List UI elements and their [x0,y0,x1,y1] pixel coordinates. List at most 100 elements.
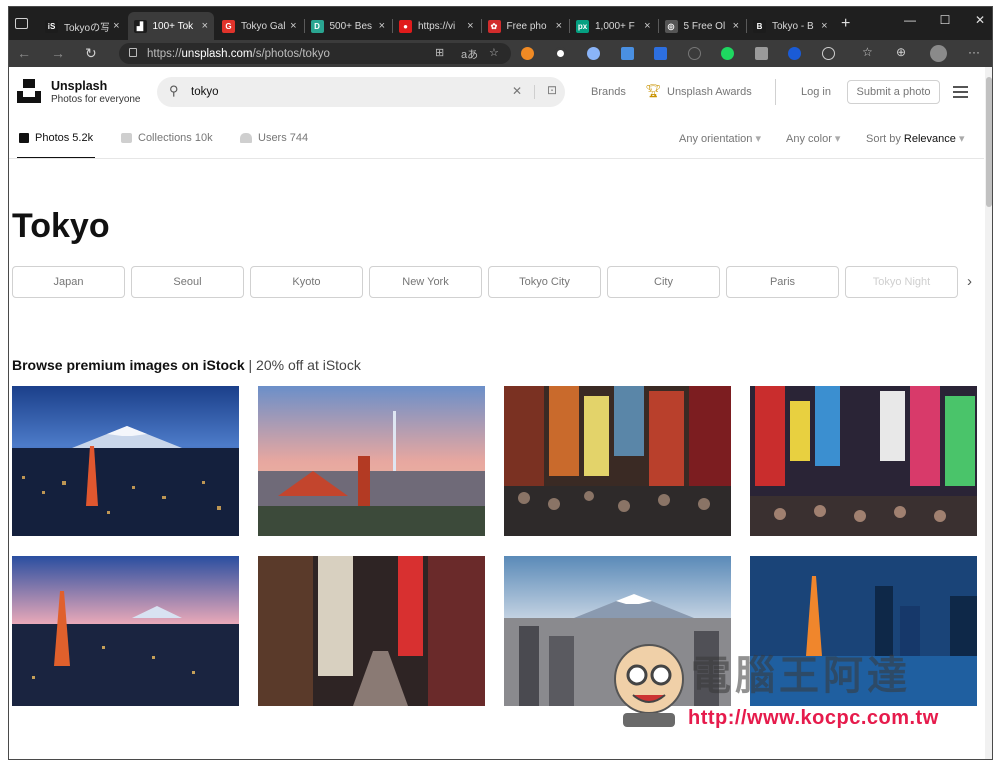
minimize-button[interactable]: — [890,7,930,33]
istock-bold: Browse premium images on iStock [12,357,245,373]
related-search-chip[interactable]: City [607,266,720,298]
related-search-chip[interactable]: Paris [726,266,839,298]
tab-title: Free pho [506,20,547,32]
tab-title: Tokyoの写 [64,22,110,34]
scrollbar-thumb[interactable] [986,77,992,207]
tab-close-icon[interactable]: × [821,20,827,32]
visual-search-icon[interactable]: ⊡ [547,83,557,97]
photo-tokyo-neon-signs[interactable] [750,386,977,536]
tab-separator [657,19,659,33]
browser-tab[interactable]: ▟ 100+ Tok × [127,12,214,40]
color-filter[interactable]: Any color ▾ [786,132,840,145]
tab-close-icon[interactable]: × [733,20,739,32]
brand-name[interactable]: Unsplash [51,79,107,93]
browser-tab[interactable]: ● https://vi × [393,12,480,40]
tab-close-icon[interactable]: × [290,20,296,32]
brands-link[interactable]: Brands [591,86,626,98]
tab-close-icon[interactable]: × [202,20,208,32]
photo-tokyo-street-crowd[interactable] [504,386,731,536]
app-available-icon[interactable]: ⊞ [435,46,444,59]
page-scrollbar[interactable] [985,67,992,759]
photo-tokyo-night-alley[interactable] [258,556,485,706]
refresh-icon[interactable]: ↻ [85,45,97,62]
collections-icon[interactable]: ⊕ [896,45,906,59]
clear-search-icon[interactable]: ✕ [512,84,522,98]
profile-avatar[interactable] [930,45,947,62]
browser-tab[interactable]: ✿ Free pho × [482,12,569,40]
tab-close-icon[interactable]: × [467,20,473,32]
close-window-button[interactable]: ✕ [960,7,992,33]
extension-icon[interactable] [654,47,667,60]
awards-link[interactable]: Unsplash Awards [667,86,752,98]
search-input[interactable] [191,84,491,100]
trophy-icon: 🏆︎ [645,83,662,98]
browser-tab[interactable]: px 1,000+ F × [570,12,657,40]
tab-title: 1,000+ F [595,20,635,32]
browser-tab[interactable]: D 500+ Bes × [305,12,392,40]
search-icon[interactable]: ⚲ [169,83,179,99]
maximize-button[interactable]: ☐ [925,7,965,33]
page-title: Tokyo [12,207,110,245]
istock-banner[interactable]: Browse premium images on iStock | 20% of… [12,357,361,373]
tab-collections[interactable]: Collections 10k [121,132,213,144]
tab-photos[interactable]: Photos 5.2k [19,132,93,144]
browser-tab[interactable]: ◎ 5 Free Ol × [659,12,746,40]
browser-tab[interactable]: B Tokyo - B × [747,12,834,40]
extension-icon[interactable] [621,47,634,60]
lock-icon [129,48,137,57]
photo-tokyo-tower-dusk[interactable] [12,556,239,706]
tab-favicon-icon: ▟ [133,19,147,33]
tab-close-icon[interactable]: × [644,20,650,32]
tab-separator [746,19,747,33]
read-aloud-icon[interactable]: aあ [461,46,478,62]
extension-icon[interactable] [721,47,734,60]
browser-window: iS Tokyoの写 × ▟ 100+ Tok × G Tokyo Gal × D 500+ Bes… [8,6,993,760]
tab-users[interactable]: Users 744 [240,132,308,144]
mascot-icon [614,644,684,727]
related-search-chip[interactable]: New York [369,266,482,298]
menu-icon[interactable] [953,86,968,101]
forward-icon[interactable]: → [51,45,65,61]
related-search-chip[interactable]: Tokyo City [488,266,601,298]
sort-filter[interactable]: Sort by Relevance ▾ [866,132,964,145]
tab-favicon-icon: ◎ [664,19,678,33]
related-search-chip[interactable]: Japan [12,266,125,298]
tab-strip: iS Tokyoの写 × ▟ 100+ Tok × G Tokyo Gal × D 500+ Bes… [9,7,992,40]
tab-title: Tokyo Gal [241,20,286,32]
submit-photo-button[interactable]: Submit a photo [847,80,940,104]
tab-collections-label: Collections 10k [138,132,213,144]
favorite-star-icon[interactable]: ☆ [489,46,499,59]
tab-close-icon[interactable]: × [113,20,119,32]
tab-actions-icon[interactable] [15,18,28,29]
related-search-chip[interactable]: Kyoto [250,266,363,298]
related-search-chip[interactable]: Seoul [131,266,244,298]
tab-favicon-icon: ● [399,19,412,33]
back-icon[interactable]: ← [17,45,31,61]
extension-icon[interactable] [788,47,801,60]
tab-users-label: Users 744 [258,132,309,144]
new-tab-button[interactable]: + [841,15,850,33]
favorites-icon[interactable]: ☆ [862,45,873,59]
extension-icon[interactable] [554,47,567,60]
tab-close-icon[interactable]: × [556,20,562,32]
extension-icon[interactable] [587,47,600,60]
extension-icon[interactable] [521,47,534,60]
login-link[interactable]: Log in [801,86,831,98]
related-search-chip[interactable]: Tokyo Night [845,266,958,298]
photo-tokyo-fuji-night[interactable] [12,386,239,536]
tab-close-icon[interactable]: × [379,20,385,32]
browser-tab[interactable]: G Tokyo Gal × [216,12,303,40]
settings-more-icon[interactable]: ··· [968,45,980,59]
extension-icon[interactable] [755,47,768,60]
browser-tab[interactable]: iS Tokyoの写 × [39,12,126,40]
extensions-puzzle-icon[interactable] [822,47,835,60]
tab-title: 5 Free Ol [683,20,726,32]
toolbar: ← → ↻ https://unsplash.com/s/photos/toky… [9,40,992,67]
photo-tokyo-skytree-sunset[interactable] [258,386,485,536]
brand-tagline: Photos for everyone [51,94,141,105]
orientation-filter[interactable]: Any orientation ▾ [679,132,761,145]
extension-icon[interactable] [688,47,701,60]
unsplash-logo-icon[interactable] [17,79,41,103]
chevron-right-icon[interactable]: › [967,273,972,290]
address-bar[interactable]: https://unsplash.com/s/photos/tokyo ⊞ aあ… [119,43,511,64]
